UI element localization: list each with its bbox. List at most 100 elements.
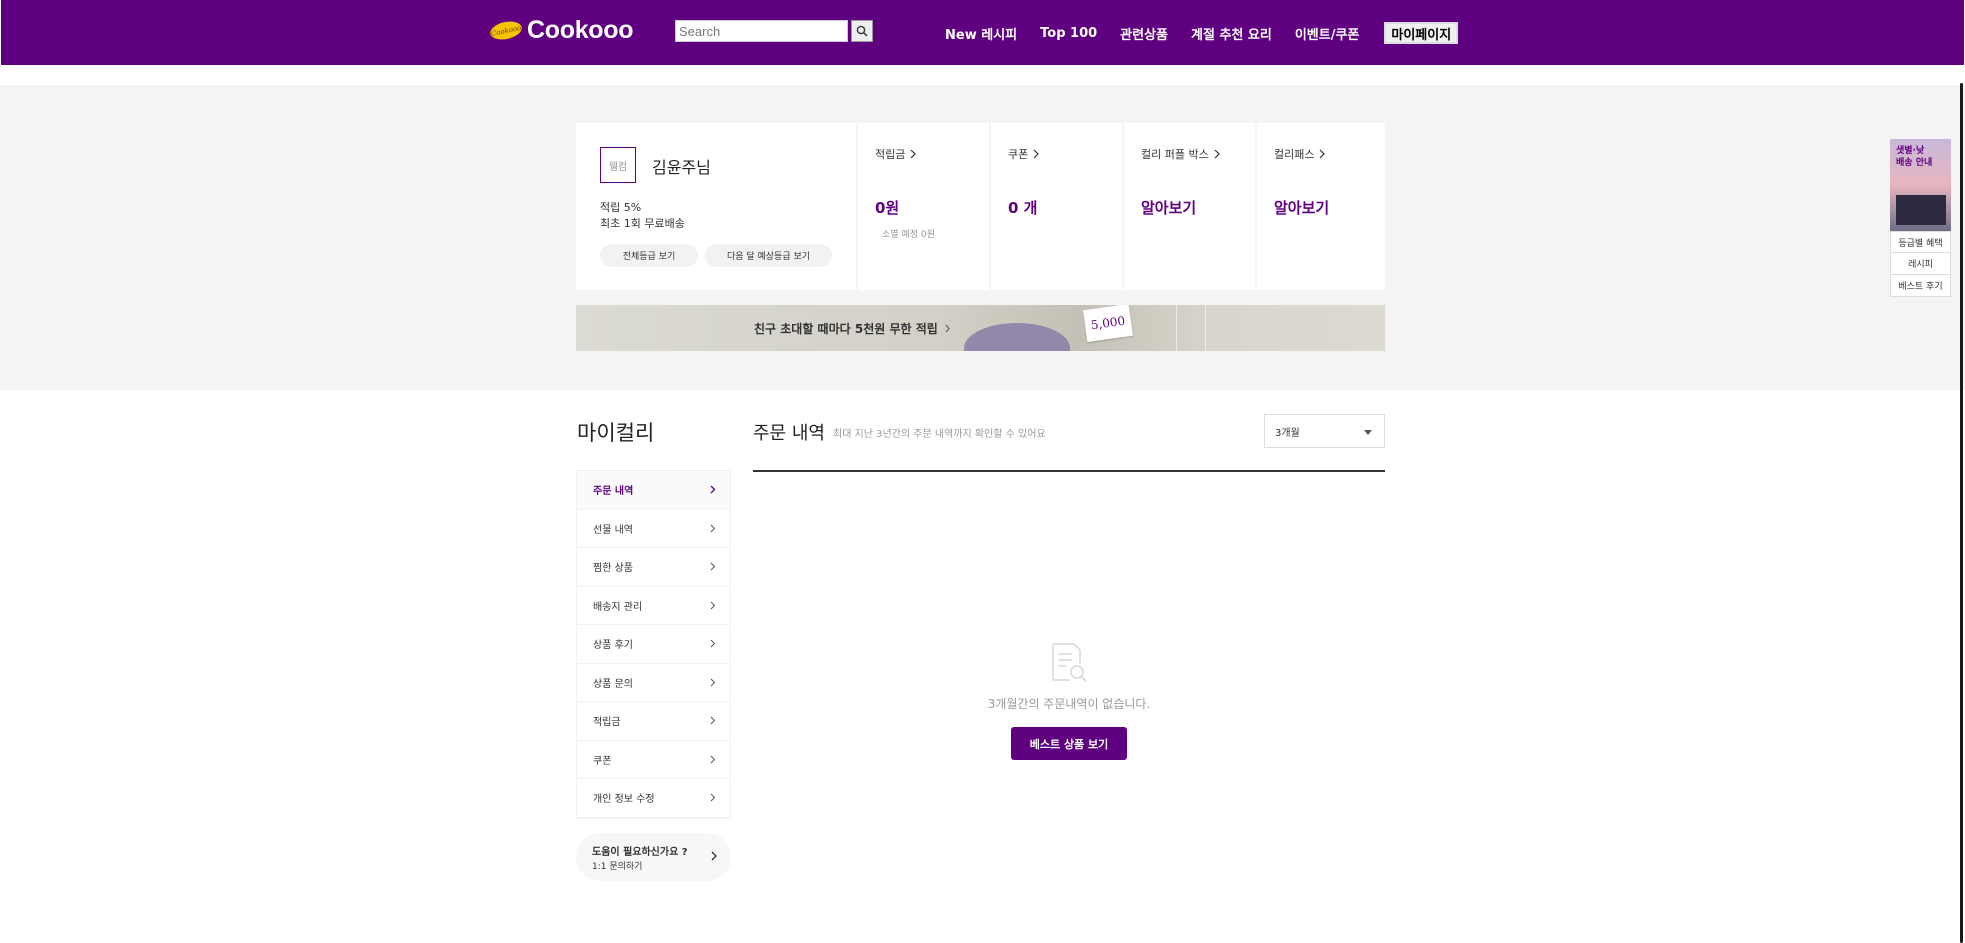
search-input[interactable] [675, 20, 848, 42]
chevron-right-icon [710, 524, 716, 533]
side-item-coupons[interactable]: 쿠폰 [577, 740, 730, 779]
side-item-label: 개인 정보 수정 [593, 794, 655, 806]
side-item-points[interactable]: 적립금 [577, 702, 730, 741]
banner-glass-image [1176, 305, 1206, 351]
site-logo[interactable]: Cookooo Cookooo [488, 15, 634, 44]
nav-new-recipe[interactable]: New 레시피 [945, 24, 1017, 43]
caret-down-icon [1364, 430, 1372, 435]
side-item-inquiries[interactable]: 상품 문의 [577, 663, 730, 702]
stat-points[interactable]: 적립금 0원 소멸 예정 0원 [858, 123, 989, 290]
chevron-right-icon [710, 601, 716, 610]
side-item-addresses[interactable]: 배송지 관리 [577, 586, 730, 625]
search-bar [675, 20, 873, 42]
chevron-right-icon [710, 485, 716, 494]
logo-badge-icon: Cookooo [488, 18, 524, 42]
stat-points-expiring: 소멸 예정 0원 [882, 230, 935, 240]
period-select[interactable]: 3개월 [1264, 414, 1385, 448]
stat-points-label: 적립금 [875, 148, 906, 161]
quick-link-grade-benefits[interactable]: 등급별 혜택 [1890, 231, 1951, 253]
next-grade-button[interactable]: 다음 달 예상등급 보기 [705, 244, 832, 267]
side-item-reviews[interactable]: 상품 후기 [577, 625, 730, 664]
chevron-right-icon [710, 639, 716, 648]
stat-purple-box[interactable]: 컬리 퍼플 박스 알아보기 [1124, 123, 1255, 290]
user-name: 김윤주님 [652, 158, 711, 177]
stat-points-title: 적립금 [875, 146, 917, 162]
delivery-ad-line1: 샛별·낮 [1896, 146, 1925, 156]
side-item-gifts[interactable]: 선물 내역 [577, 509, 730, 548]
side-menu: 주문 내역 선물 내역 찜한 상품 배송지 관리 상품 후기 상품 문의 적립금… [576, 470, 731, 819]
period-select-value: 3개월 [1275, 427, 1300, 439]
side-item-label: 배송지 관리 [593, 601, 643, 613]
quick-link-best-reviews[interactable]: 베스트 후기 [1890, 275, 1951, 297]
side-item-label: 선물 내역 [593, 524, 633, 536]
stat-coupons-label: 쿠폰 [1008, 148, 1029, 161]
side-item-label: 상품 문의 [593, 678, 633, 690]
page-scrollbar[interactable] [1960, 83, 1963, 943]
top-header: Cookooo Cookooo New 레시피 Top 100 관련상품 계절 … [1, 0, 1964, 65]
side-item-label: 적립금 [593, 717, 621, 729]
banner-plate-image [964, 323, 1070, 351]
grade-badge: 웰컴 [600, 147, 636, 183]
delivery-ad-line2: 배송 안내 [1896, 158, 1933, 168]
section-divider [753, 470, 1385, 472]
delivery-ad-text: 샛별·낮 배송 안내 [1896, 145, 1932, 169]
side-item-label: 쿠폰 [593, 755, 612, 767]
benefit-rate: 적립 5% [600, 201, 642, 214]
side-title: 마이컬리 [577, 421, 655, 445]
stat-purple-box-label: 컬리 퍼플 박스 [1141, 148, 1209, 161]
empty-orders-message: 3개월간의 주문내역이 없습니다. [987, 697, 1151, 711]
chevron-right-icon [1320, 149, 1326, 159]
profile-card: 웰컴 김윤주님 적립 5% 최초 1회 무료배송 전체등급 보기 다음 달 예상… [576, 123, 856, 290]
invite-banner[interactable]: 5,000 친구 초대할 때마다 5천원 무한 적립 [576, 305, 1385, 351]
nav-top100[interactable]: Top 100 [1040, 26, 1097, 41]
nav-mypage-button[interactable]: 마이페이지 [1384, 22, 1459, 44]
chevron-right-icon [710, 755, 716, 764]
side-item-label: 주문 내역 [593, 486, 634, 498]
side-item-wishlist[interactable]: 찜한 상품 [577, 548, 730, 587]
stat-coupons-value: 0 개 [1008, 199, 1038, 217]
logo-text: Cookooo [527, 15, 634, 44]
chevron-right-icon [711, 851, 717, 861]
page-description: 최대 지난 3년간의 주문 내역까지 확인할 수 있어요 [833, 429, 1046, 440]
chevron-right-icon [1214, 149, 1220, 159]
stat-coupons[interactable]: 쿠폰 0 개 [991, 123, 1122, 290]
stat-purple-box-value: 알아보기 [1141, 199, 1197, 217]
nav-events-coupons[interactable]: 이벤트/쿠폰 [1295, 24, 1360, 43]
banner-amount-card: 5,000 [1082, 305, 1134, 343]
nav-related-products[interactable]: 관련상품 [1120, 24, 1168, 43]
delivery-info-ad[interactable]: 샛별·낮 배송 안내 [1890, 139, 1951, 231]
chevron-right-icon [710, 793, 716, 802]
all-grades-button[interactable]: 전체등급 보기 [600, 244, 698, 267]
side-item-label: 상품 후기 [593, 640, 633, 652]
empty-document-icon [1050, 642, 1090, 688]
help-subtitle: 1:1 문의하기 [592, 862, 643, 872]
stat-kurly-pass-label: 컬리패스 [1274, 148, 1315, 161]
chevron-right-icon [1033, 149, 1040, 159]
help-title: 도움이 필요하신가요 ? [592, 847, 688, 858]
stat-coupons-title: 쿠폰 [1008, 146, 1040, 162]
stat-kurly-pass[interactable]: 컬리패스 알아보기 [1257, 123, 1385, 290]
best-products-button[interactable]: 베스트 상품 보기 [1011, 727, 1127, 760]
help-contact-button[interactable]: 도움이 필요하신가요 ? 1:1 문의하기 [576, 833, 731, 881]
chevron-right-icon [710, 716, 716, 725]
benefit-shipping: 최초 1회 무료배송 [600, 217, 685, 230]
chevron-right-icon [710, 678, 716, 687]
side-item-label: 찜한 상품 [593, 563, 633, 575]
side-item-orders[interactable]: 주문 내역 [577, 471, 730, 510]
delivery-truck-image [1896, 195, 1946, 225]
chevron-right-icon [910, 149, 917, 159]
stat-kurly-pass-title: 컬리패스 [1274, 146, 1326, 162]
quick-link-recipe[interactable]: 레시피 [1890, 253, 1951, 275]
banner-text: 친구 초대할 때마다 5천원 무한 적립 [754, 320, 950, 337]
side-item-profile-edit[interactable]: 개인 정보 수정 [577, 779, 730, 818]
page-title: 주문 내역 [753, 423, 825, 444]
stat-purple-box-title: 컬리 퍼플 박스 [1141, 146, 1220, 162]
stat-points-value: 0원 [875, 199, 900, 217]
logo-badge-text: Cookooo [490, 22, 522, 38]
nav-seasonal-recipes[interactable]: 계절 추천 요리 [1191, 24, 1272, 43]
banner-text-label: 친구 초대할 때마다 5천원 무한 적립 [754, 322, 938, 336]
search-button[interactable] [851, 20, 873, 42]
stat-kurly-pass-value: 알아보기 [1274, 199, 1330, 217]
search-icon [856, 25, 868, 37]
chevron-right-icon [945, 324, 950, 333]
